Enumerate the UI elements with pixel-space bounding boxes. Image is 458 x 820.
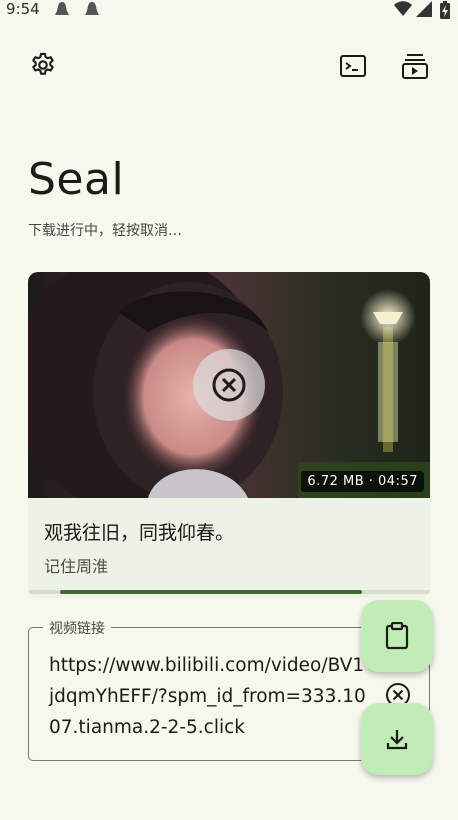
status-bar: 9:54	[0, 0, 458, 22]
video-title: 观我往旧，同我仰春。	[44, 522, 235, 544]
url-input[interactable]: https://www.bilibili.com/video/BV1jdqmYh…	[49, 650, 369, 743]
playlist-button[interactable]	[400, 51, 430, 81]
download-button[interactable]	[361, 703, 433, 775]
video-thumbnail: 6.72 MB · 04:57	[28, 272, 430, 498]
video-author: 记住周淮	[44, 557, 109, 576]
status-time: 9:54	[6, 0, 40, 18]
battery-icon	[440, 1, 450, 19]
settings-button[interactable]	[28, 50, 58, 80]
gear-icon	[32, 52, 54, 75]
terminal-button[interactable]	[338, 51, 368, 81]
navigation-bar	[0, 814, 458, 820]
app-title: Seal	[28, 154, 125, 205]
notification-icon	[85, 2, 99, 15]
playlist-icon	[402, 54, 428, 79]
url-field-label: 视频链接	[43, 618, 111, 638]
download-status-message: 下载进行中，轻按取消…	[28, 223, 182, 239]
video-card[interactable]: 6.72 MB · 04:57 观我往旧，同我仰春。 记住周淮	[28, 272, 430, 598]
download-progress-fill	[60, 590, 362, 594]
clipboard-icon	[385, 622, 409, 650]
cancel-circle-icon	[212, 368, 246, 402]
download-icon	[386, 730, 408, 750]
paste-url-button[interactable]	[361, 600, 433, 672]
signal-icon	[416, 1, 432, 17]
download-progress-track	[28, 590, 430, 594]
wifi-icon	[394, 1, 412, 16]
cancel-download-button[interactable]	[193, 349, 265, 421]
terminal-icon	[340, 55, 366, 77]
notification-icon	[55, 2, 69, 15]
size-duration-badge: 6.72 MB · 04:57	[301, 471, 424, 492]
